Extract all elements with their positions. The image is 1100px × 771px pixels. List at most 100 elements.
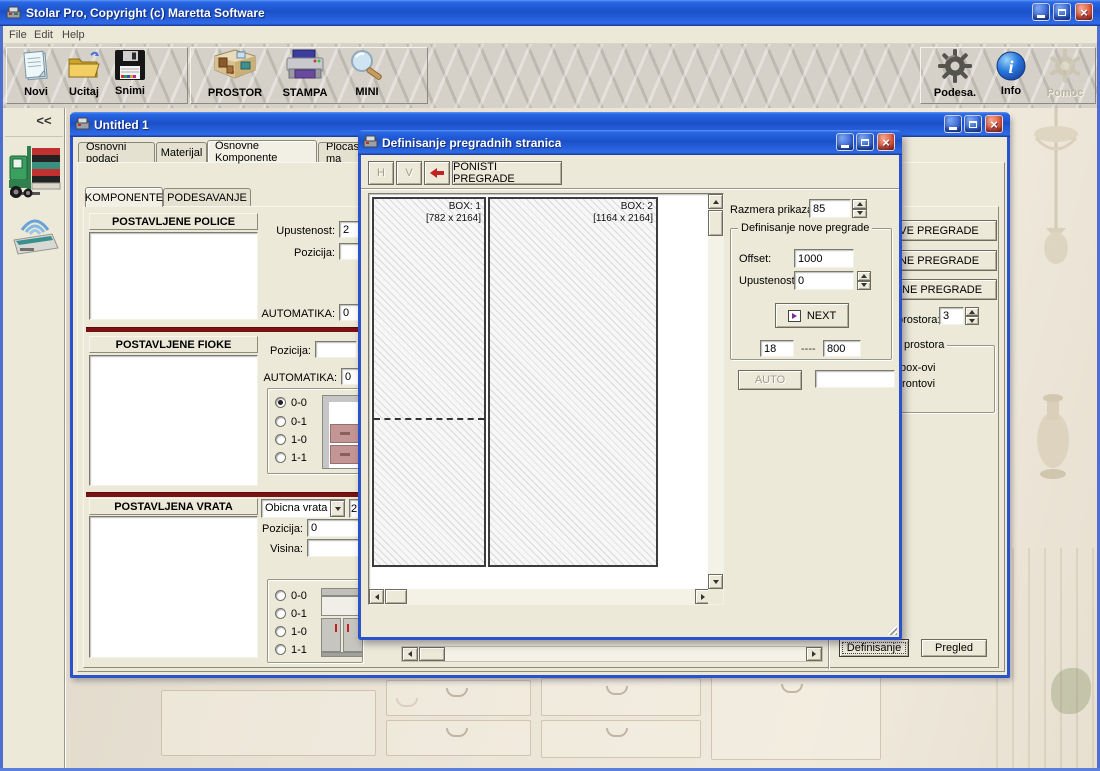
dialog-maximize-button[interactable]: [856, 133, 874, 151]
document-minimize-button[interactable]: [944, 115, 962, 133]
snimi-button[interactable]: Snimi: [107, 48, 153, 97]
box-1[interactable]: BOX: 1 [782 x 2164]: [372, 197, 486, 567]
prostora-item-boxovi[interactable]: box-ovi: [900, 362, 935, 374]
upustenost-spinner[interactable]: [857, 271, 871, 290]
scrollbar-thumb[interactable]: [385, 589, 407, 604]
pregrade-canvas[interactable]: BOX: 1 [782 x 2164] BOX: 2 [1164 x 2164]: [368, 193, 724, 605]
dialog-upustenost-field[interactable]: [794, 271, 854, 290]
scroll-right-button[interactable]: [806, 647, 822, 661]
scroll-left-button[interactable]: [369, 589, 384, 604]
v-button[interactable]: V: [396, 161, 422, 185]
vrata-radio-1-0[interactable]: [275, 626, 286, 637]
scroll-down-button[interactable]: [708, 574, 723, 589]
vrata-radio-1-1[interactable]: [275, 644, 286, 655]
menu-file[interactable]: File: [9, 29, 27, 41]
razmera-spinner[interactable]: [852, 199, 867, 218]
next-label: NEXT: [807, 310, 836, 322]
pregled-button[interactable]: Pregled: [921, 639, 987, 657]
sidebar-collapse-button[interactable]: <<: [29, 113, 59, 131]
vrata-visina-field[interactable]: [307, 539, 362, 557]
fioke-radio-0-0[interactable]: [275, 397, 286, 408]
definisanje-button[interactable]: Definisanje: [839, 639, 909, 657]
dropdown-button[interactable]: [330, 500, 345, 517]
fioke-radio-0-1[interactable]: [275, 416, 286, 427]
police-listbox[interactable]: [89, 232, 258, 320]
ucitaj-button[interactable]: Ucitaj: [61, 49, 107, 98]
notepad-icon: [20, 74, 52, 86]
police-header-label: POSTAVLJENE POLICE: [112, 216, 235, 228]
range-min-field[interactable]: [760, 340, 794, 357]
auto-button[interactable]: AUTO: [738, 370, 802, 390]
auto-field[interactable]: [815, 370, 895, 388]
scanner-icon[interactable]: [10, 210, 60, 259]
spin-down-button[interactable]: [852, 209, 867, 219]
back-arrow-button[interactable]: [424, 161, 450, 185]
canvas-hscrollbar[interactable]: [369, 589, 710, 604]
close-button[interactable]: ×: [1075, 3, 1093, 21]
chevron-down-icon: [335, 507, 341, 511]
maximize-button[interactable]: [1053, 3, 1071, 21]
snimi-label: Snimi: [107, 85, 153, 97]
forklift-icon[interactable]: [8, 142, 62, 203]
fioke-radio-1-1[interactable]: [275, 452, 286, 463]
magnifier-icon: [346, 74, 388, 86]
offset-field[interactable]: [794, 249, 854, 268]
dialog-close-button[interactable]: ×: [877, 133, 895, 151]
document-maximize-button[interactable]: [964, 115, 982, 133]
fioke-radio-1-0[interactable]: [275, 434, 286, 445]
range-max-field[interactable]: [823, 340, 861, 357]
novi-label: Novi: [13, 86, 59, 98]
menu-edit[interactable]: Edit: [34, 29, 53, 41]
tab-materijal[interactable]: Materijal: [156, 142, 207, 162]
pregrada-dashed-line[interactable]: [374, 418, 484, 420]
razmera-field[interactable]: [809, 199, 851, 218]
fioke-listbox[interactable]: [89, 355, 258, 486]
resize-grip[interactable]: [886, 624, 897, 635]
vrata-type-dropdown[interactable]: Obicna vrata: [261, 499, 346, 518]
menu-help[interactable]: Help: [62, 29, 85, 41]
scroll-left-button[interactable]: [402, 647, 418, 661]
ucitaj-label: Ucitaj: [61, 86, 107, 98]
box-2-name: BOX: 2: [593, 201, 653, 213]
vrata-radio-1-1-label: 1-1: [291, 644, 307, 656]
prostora-item-frontovi[interactable]: frontovi: [899, 378, 935, 390]
fioke-pozicija-field[interactable]: [315, 341, 357, 358]
novi-button[interactable]: Novi: [13, 49, 59, 98]
pomoc-button[interactable]: Pomoc: [1039, 48, 1091, 99]
scroll-up-button[interactable]: [708, 194, 723, 209]
scrollbar-thumb[interactable]: [708, 210, 723, 236]
spin-up-button[interactable]: [852, 199, 867, 209]
podesa-button[interactable]: Podesa.: [929, 48, 981, 99]
pregrade-dialog: Definisanje pregradnih stranica × H V PO…: [358, 133, 902, 640]
vrata-listbox[interactable]: [89, 516, 258, 658]
h-button[interactable]: H: [368, 161, 394, 185]
prostor-button[interactable]: PROSTOR: [199, 48, 271, 99]
minimize-button[interactable]: [1032, 3, 1050, 21]
next-button[interactable]: NEXT: [775, 303, 849, 328]
dialog-minimize-button[interactable]: [836, 133, 854, 151]
document-close-button[interactable]: ×: [985, 115, 1003, 133]
canvas-vscrollbar[interactable]: [708, 194, 723, 589]
chevron-down-icon: [713, 580, 719, 584]
tab-osnovni-podaci[interactable]: Osnovni podaci: [78, 142, 155, 162]
info-button[interactable]: i Info: [989, 50, 1033, 97]
spin-up-button[interactable]: [857, 271, 871, 281]
tab-osnovne-komponente[interactable]: Osnovne Komponente: [207, 140, 317, 162]
spin-up-button[interactable]: [965, 307, 979, 316]
vrata-radio-0-0[interactable]: [275, 590, 286, 601]
document-hscrollbar[interactable]: [401, 646, 823, 662]
vrata-radio-0-1-label: 0-1: [291, 608, 307, 620]
vrata-pozicija-field[interactable]: [307, 519, 362, 537]
prostora-spinner[interactable]: [965, 307, 979, 325]
ponisti-pregrade-button[interactable]: PONISTI PREGRADE: [452, 161, 562, 185]
spin-down-button[interactable]: [965, 316, 979, 325]
box-2[interactable]: BOX: 2 [1164 x 2164]: [488, 197, 658, 567]
scrollbar-thumb[interactable]: [419, 647, 445, 661]
spin-down-button[interactable]: [857, 281, 871, 291]
vrata-radio-0-1[interactable]: [275, 608, 286, 619]
prostora-field[interactable]: [939, 307, 964, 325]
tab-podesavanje[interactable]: PODESAVANJE: [163, 188, 251, 207]
mini-button[interactable]: MINI: [341, 49, 393, 98]
tab-komponente[interactable]: KOMPONENTE: [85, 187, 163, 207]
stampa-button[interactable]: STAMPA: [275, 48, 335, 99]
